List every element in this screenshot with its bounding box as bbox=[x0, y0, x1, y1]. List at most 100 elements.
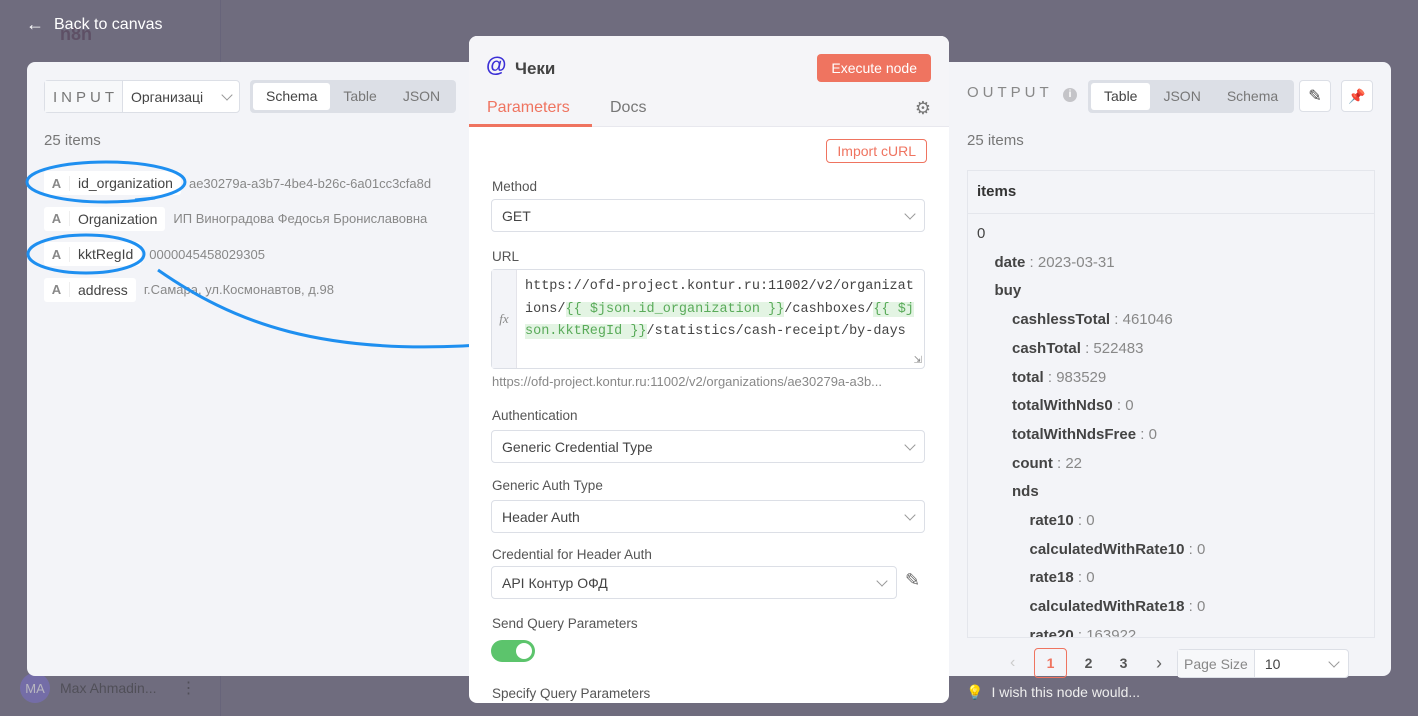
page-2[interactable]: 2 bbox=[1071, 655, 1106, 671]
gear-icon[interactable]: ⚙ bbox=[915, 98, 931, 119]
tab-parameters[interactable]: Parameters bbox=[487, 99, 570, 117]
chevron-down-icon bbox=[876, 575, 888, 587]
row-separator: : bbox=[1025, 253, 1038, 271]
page-3[interactable]: 3 bbox=[1106, 655, 1141, 671]
chevron-down-icon bbox=[904, 439, 916, 451]
row-separator: : bbox=[1112, 397, 1126, 415]
row-value: 22 bbox=[1065, 454, 1083, 472]
pencil-icon: ✎ bbox=[1308, 88, 1322, 105]
row-key: rate18 bbox=[1029, 569, 1074, 587]
page-size-label: Page Size bbox=[1178, 649, 1255, 677]
output-row: buy bbox=[995, 282, 1022, 299]
send-query-label: Send Query Parameters bbox=[492, 616, 638, 631]
page-size-select[interactable]: Page Size 10 bbox=[1177, 648, 1349, 678]
row-value: 0 bbox=[1086, 569, 1095, 587]
prev-page-icon[interactable]: ‹ bbox=[1010, 654, 1034, 672]
row-separator: : bbox=[1073, 569, 1087, 587]
row-key: cashTotal bbox=[1012, 339, 1081, 357]
row-key: date bbox=[994, 253, 1026, 271]
url-input[interactable]: fx https://ofd-project.kontur.ru:11002/v… bbox=[491, 269, 925, 369]
row-value: 522483 bbox=[1093, 339, 1144, 357]
row-key: count bbox=[1012, 454, 1053, 472]
page-1[interactable]: 1 bbox=[1034, 648, 1067, 678]
execute-node-button[interactable]: Execute node bbox=[817, 54, 931, 82]
authentication-label: Authentication bbox=[492, 408, 578, 423]
row-value: 0 bbox=[1086, 512, 1095, 529]
row-separator: : bbox=[1080, 339, 1094, 357]
pagination: ‹ 1 2 3 › Page Size 10 bbox=[1010, 648, 1349, 678]
url-text: /statistics/cash-receipt/by-days bbox=[646, 324, 906, 339]
output-view-schema[interactable]: Schema bbox=[1214, 83, 1291, 110]
row-value: 163922 bbox=[1086, 626, 1137, 638]
output-row: nds bbox=[1012, 483, 1039, 500]
output-view-json[interactable]: JSON bbox=[1150, 83, 1213, 110]
generic-auth-type-value: Header Auth bbox=[502, 509, 580, 525]
output-row: rate10 : 0 bbox=[1030, 512, 1095, 529]
expand-icon[interactable]: ⇲ bbox=[914, 355, 922, 366]
row-value: 0 bbox=[1148, 425, 1157, 443]
output-row: date : 2023-03-31 bbox=[995, 254, 1115, 271]
row-separator: : bbox=[1073, 512, 1087, 529]
node-title[interactable]: Чеки bbox=[515, 59, 555, 79]
output-view-table[interactable]: Table bbox=[1091, 83, 1151, 110]
output-row: rate20 : 163922 bbox=[1029, 626, 1137, 638]
node-parameters-panel: @ Чеки Execute node Parameters Docs ⚙ Im… bbox=[469, 36, 949, 703]
credential-value: API Контур ОФД bbox=[502, 575, 608, 591]
annotation-arrow bbox=[157, 268, 506, 349]
http-request-icon: @ bbox=[486, 54, 507, 77]
row-value: 0 bbox=[1196, 598, 1206, 616]
chevron-down-icon bbox=[1328, 655, 1340, 668]
output-row: total : 983529 bbox=[1012, 369, 1106, 386]
row-key: rate10 bbox=[1029, 512, 1074, 529]
column-header-items: items bbox=[968, 171, 1374, 214]
credential-select[interactable]: API Контур ОФД bbox=[491, 566, 897, 599]
output-row: calculatedWithRate18 : 0 bbox=[1030, 598, 1206, 615]
page-size-value: 10 bbox=[1264, 655, 1281, 672]
output-view-switch: Table JSON Schema bbox=[1088, 80, 1295, 113]
pin-icon: 📌 bbox=[1348, 87, 1366, 104]
url-label: URL bbox=[492, 249, 520, 264]
output-row: count : 22 bbox=[1012, 455, 1082, 472]
row-value: 0 bbox=[1125, 397, 1134, 415]
row-key: totalWithNds0 bbox=[1012, 397, 1113, 415]
pin-data-button[interactable]: 📌 bbox=[1341, 80, 1373, 112]
credential-label: Credential for Header Auth bbox=[492, 547, 652, 562]
import-curl-button[interactable]: Import cURL bbox=[826, 139, 927, 163]
lightbulb-icon: 💡 bbox=[966, 684, 984, 700]
row-separator: : bbox=[1043, 368, 1057, 386]
row-separator: : bbox=[1136, 425, 1149, 443]
row-key: rate20 bbox=[1029, 626, 1074, 638]
feedback-text: I wish this node would... bbox=[991, 684, 1141, 700]
row-key: totalWithNdsFree bbox=[1012, 425, 1137, 443]
edit-output-button[interactable]: ✎ bbox=[1299, 80, 1331, 112]
method-select[interactable]: GET bbox=[491, 199, 925, 232]
row-separator: : bbox=[1184, 598, 1197, 616]
output-row: totalWithNdsFree : 0 bbox=[1012, 426, 1157, 443]
row-key: nds bbox=[1012, 483, 1039, 501]
output-table: items 0 date : 2023-03-31 buy cashlessTotal… bbox=[967, 170, 1375, 638]
output-row: calculatedWithRate10 : 0 bbox=[1030, 541, 1206, 558]
send-query-toggle[interactable] bbox=[491, 640, 535, 662]
generic-auth-type-select[interactable]: Header Auth bbox=[491, 500, 925, 533]
next-page-icon[interactable]: › bbox=[1141, 653, 1177, 674]
chevron-down-icon bbox=[904, 208, 916, 220]
row-key: total bbox=[1012, 368, 1044, 386]
method-label: Method bbox=[492, 179, 538, 194]
tab-docs[interactable]: Docs bbox=[610, 99, 646, 117]
pencil-icon[interactable]: ✎ bbox=[905, 570, 920, 591]
generic-auth-type-label: Generic Auth Type bbox=[492, 478, 603, 493]
output-row: 0 bbox=[977, 225, 985, 242]
row-separator: : bbox=[1110, 311, 1123, 329]
feedback-link[interactable]: 💡 I wish this node would... bbox=[966, 684, 1140, 701]
row-separator: : bbox=[1184, 540, 1197, 558]
authentication-select[interactable]: Generic Credential Type bbox=[491, 430, 925, 463]
row-separator: : bbox=[1073, 626, 1087, 638]
output-item-count: 25 items bbox=[967, 132, 1024, 149]
method-value: GET bbox=[502, 208, 531, 224]
row-key: 0 bbox=[977, 225, 986, 242]
annotation-circle-kktregid bbox=[26, 233, 146, 275]
info-icon[interactable]: i bbox=[1063, 88, 1077, 102]
annotation-circle-id-organization bbox=[25, 160, 187, 204]
output-label: OUTPUT bbox=[967, 84, 1053, 101]
output-row: rate18 : 0 bbox=[1030, 569, 1095, 586]
